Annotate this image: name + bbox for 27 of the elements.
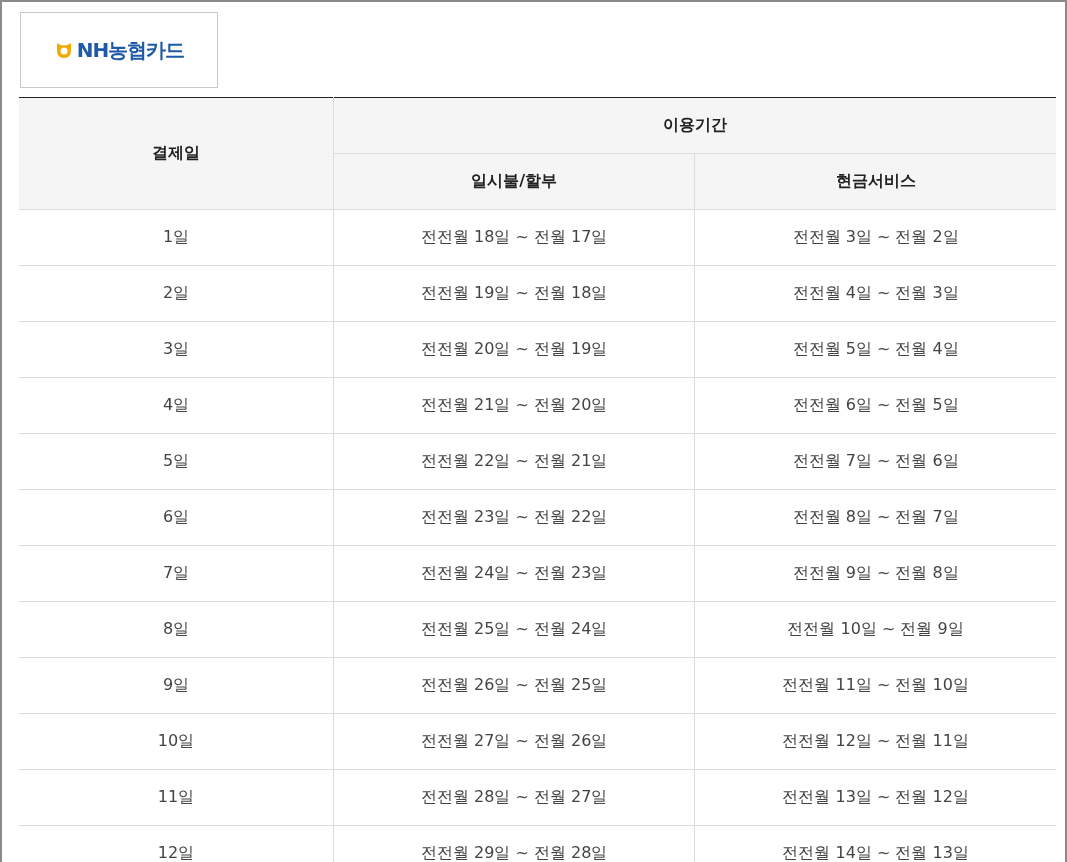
logo-text: NH농협카드 — [76, 36, 185, 64]
table-cell: 전전월 20일 ~ 전월 19일 — [333, 321, 695, 378]
column-header: 현금서비스 — [694, 153, 1056, 210]
table-cell: 1일 — [19, 209, 334, 266]
table-cell: 3일 — [19, 321, 334, 378]
table-cell: 전전월 21일 ~ 전월 20일 — [333, 377, 695, 434]
column-group-header: 이용기간 — [333, 97, 1056, 154]
table-cell: 11일 — [19, 769, 334, 826]
table-cell: 전전월 26일 ~ 전월 25일 — [333, 657, 695, 714]
table-cell: 9일 — [19, 657, 334, 714]
table-cell: 전전월 27일 ~ 전월 26일 — [333, 713, 695, 770]
table-cell: 전전월 24일 ~ 전월 23일 — [333, 545, 695, 602]
table-cell: 전전월 25일 ~ 전월 24일 — [333, 601, 695, 658]
table-cell: 전전월 18일 ~ 전월 17일 — [333, 209, 695, 266]
table-cell: 전전월 19일 ~ 전월 18일 — [333, 265, 695, 322]
table-cell: 6일 — [19, 489, 334, 546]
table-cell: 8일 — [19, 601, 334, 658]
table-cell: 5일 — [19, 433, 334, 490]
table-cell: 2일 — [19, 265, 334, 322]
table-cell: 전전월 28일 ~ 전월 27일 — [333, 769, 695, 826]
table-cell: 전전월 22일 ~ 전월 21일 — [333, 433, 695, 490]
column-header: 결제일 — [19, 97, 334, 210]
table-cell: 10일 — [19, 713, 334, 770]
table-cell: 7일 — [19, 545, 334, 602]
column-header: 일시불/할부 — [333, 153, 695, 210]
table-cell: 4일 — [19, 377, 334, 434]
table-cell: 전전월 23일 ~ 전월 22일 — [333, 489, 695, 546]
